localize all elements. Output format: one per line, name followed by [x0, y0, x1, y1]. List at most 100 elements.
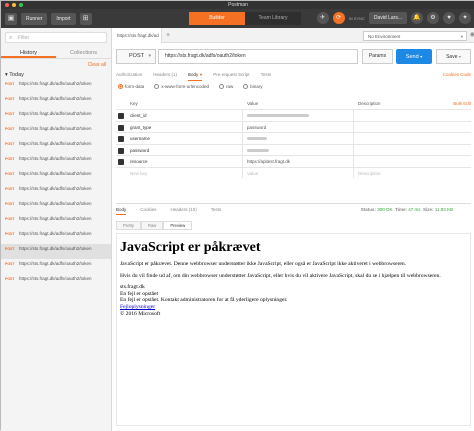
filter-input[interactable]: ⌕ Filter [5, 32, 107, 43]
radio-urlencoded[interactable]: x-www-form-urlencoded [154, 84, 209, 89]
param-key[interactable]: client_id [126, 110, 243, 121]
view-pretty[interactable]: Pretty [116, 221, 141, 230]
row-checkbox[interactable] [118, 159, 124, 165]
cookies-code-links[interactable]: Cookies Code [443, 69, 471, 81]
history-item[interactable]: POST https://sts.fragt.dk/adfs/oauth2/tok… [1, 139, 111, 154]
view-raw[interactable]: Raw [140, 221, 164, 230]
clear-all-link[interactable]: Clear all [1, 59, 111, 69]
tab-response-cookies[interactable]: Cookies [140, 204, 156, 215]
history-item[interactable]: POST https://sts.fragt.dk/adfs/oauth2/tok… [1, 184, 111, 199]
new-tab-icon[interactable]: ⊞ [79, 12, 92, 25]
sync-icon[interactable]: ⟳ [332, 12, 345, 24]
settings-icon[interactable]: ⚙ [427, 12, 439, 24]
eye-icon[interactable]: ◉ [470, 31, 474, 38]
param-description[interactable] [354, 110, 471, 121]
request-tab[interactable]: https://sts.fragt.dk/ad [112, 27, 162, 43]
user-menu[interactable]: David Lars... [368, 12, 407, 24]
param-value[interactable]: password [243, 121, 354, 132]
param-key[interactable]: username [126, 133, 243, 144]
table-header: Key Value Description [130, 101, 381, 106]
param-description[interactable] [354, 133, 471, 144]
history-item[interactable]: POST https://sts.fragt.dk/adfs/oauth2/tok… [1, 259, 111, 274]
history-item-method: POST [5, 262, 15, 266]
param-key[interactable]: resource [126, 156, 243, 167]
add-tab-icon[interactable]: + [166, 32, 170, 39]
row-checkbox[interactable] [118, 147, 124, 154]
maximize-window-button[interactable] [19, 3, 23, 7]
param-description[interactable] [354, 122, 471, 133]
new-window-icon[interactable]: ▣ [5, 12, 17, 25]
row-checkbox[interactable] [118, 124, 124, 131]
tab-history[interactable]: History [1, 47, 56, 58]
history-item[interactable]: POST https://sts.fragt.dk/adfs/oauth2/tok… [1, 229, 111, 244]
param-key[interactable]: password [126, 144, 243, 155]
tab-prerequest-script[interactable]: Pre-request Script [213, 69, 249, 81]
bulk-edit-link[interactable]: Bulk Edit [453, 99, 471, 109]
error-details-link[interactable]: Fejloplysninger [120, 304, 155, 310]
history-item[interactable]: POST https://sts.fragt.dk/adfs/oauth2/tok… [1, 214, 111, 229]
team-library-tab[interactable]: Team Library [245, 12, 301, 25]
history-item[interactable]: POST https://sts.fragt.dk/adfs/oauth2/tok… [1, 154, 111, 169]
close-window-button[interactable] [5, 3, 9, 7]
row-checkbox[interactable] [118, 136, 124, 142]
tab-authorization[interactable]: Authorization [116, 69, 142, 81]
param-value[interactable] [243, 133, 354, 144]
tab-response-body[interactable]: Body [116, 204, 127, 215]
new-value-input[interactable]: Value [243, 167, 354, 178]
history-group-today[interactable]: ▾ Today [1, 69, 111, 79]
history-item-method: POST [5, 217, 15, 221]
minimize-window-button[interactable] [12, 3, 16, 7]
history-item-url: https://sts.fragt.dk/adfs/oauth2/token [19, 246, 92, 251]
param-key[interactable]: grant_type [126, 121, 243, 132]
history-item-url: https://sts.fragt.dk/adfs/oauth2/token [19, 231, 92, 236]
new-key-input[interactable]: New key [126, 167, 243, 178]
param-description[interactable] [354, 145, 471, 156]
radio-icon [154, 84, 160, 89]
param-value[interactable] [243, 110, 354, 121]
history-item[interactable]: POST https://sts.fragt.dk/adfs/oauth2/tok… [1, 94, 111, 109]
tab-response-tests[interactable]: Tests [211, 204, 222, 215]
radio-raw[interactable]: raw [219, 84, 233, 89]
import-button[interactable]: Import [51, 12, 76, 25]
tab-tests[interactable]: Tests [261, 69, 272, 81]
tab-response-headers[interactable]: Headers (10) [171, 204, 197, 215]
history-item[interactable]: POST https://sts.fragt.dk/adfs/oauth2/tok… [1, 199, 111, 214]
interceptor-icon[interactable]: ✈ [316, 12, 329, 24]
heart-icon[interactable]: ♥ [443, 12, 455, 24]
new-description-input[interactable]: Description [354, 168, 471, 179]
runner-button[interactable]: Runner [21, 12, 48, 25]
history-item[interactable]: POST https://sts.fragt.dk/adfs/oauth2/tok… [1, 274, 111, 289]
param-value[interactable] [243, 144, 354, 155]
history-item[interactable]: POST https://sts.fragt.dk/adfs/oauth2/tok… [1, 124, 111, 139]
builder-library-switch: Builder Team Library [189, 12, 301, 25]
response-status: Status: 300 OK Time: 47 ms Size: 11.83 K… [360, 207, 453, 212]
param-value[interactable]: https://apitest.fragt.dk [243, 156, 354, 167]
builder-tab[interactable]: Builder [189, 12, 245, 25]
history-item-method: POST [5, 157, 15, 161]
send-button[interactable]: Send ▾ [396, 49, 432, 64]
response-preview: JavaScript er påkrævet JavaScript er påk… [116, 233, 471, 426]
preview-paragraph-2: Hvis du vil finde ud af, om din webbrows… [120, 272, 441, 279]
method-select[interactable]: POST ▾ [116, 49, 156, 64]
request-builder: https://sts.fragt.dk/ad + No Environment… [112, 27, 474, 431]
body-type-radios: form-data x-www-form-urlencoded raw bina… [118, 84, 263, 89]
history-item-method: POST [5, 232, 15, 236]
save-button[interactable]: Save ▾ [436, 49, 471, 64]
url-input[interactable]: https://sts.fragt.dk/adfs/oauth2/token [158, 49, 358, 64]
notifications-icon[interactable]: 🔔 [411, 12, 423, 24]
tab-collections[interactable]: Collections [56, 47, 111, 58]
view-preview[interactable]: Preview [163, 221, 193, 230]
tab-headers[interactable]: Headers (1) [153, 69, 177, 81]
history-item[interactable]: POST https://sts.fragt.dk/adfs/oauth2/tok… [1, 79, 111, 94]
radio-binary[interactable]: binary [243, 84, 263, 89]
row-checkbox[interactable] [118, 113, 124, 119]
radio-form-data[interactable]: form-data [118, 84, 144, 89]
history-item[interactable]: POST https://sts.fragt.dk/adfs/oauth2/tok… [1, 169, 111, 184]
twitter-icon[interactable]: ✦ [459, 12, 471, 24]
params-button[interactable]: Params [362, 49, 393, 64]
history-item[interactable]: POST https://sts.fragt.dk/adfs/oauth2/tok… [1, 109, 111, 124]
environment-select[interactable]: No Environment ▾ [363, 31, 467, 41]
history-item[interactable]: POST https://sts.fragt.dk/adfs/oauth2/tok… [1, 244, 111, 259]
tab-body[interactable]: Body ● [188, 69, 203, 81]
param-description[interactable] [354, 156, 471, 167]
